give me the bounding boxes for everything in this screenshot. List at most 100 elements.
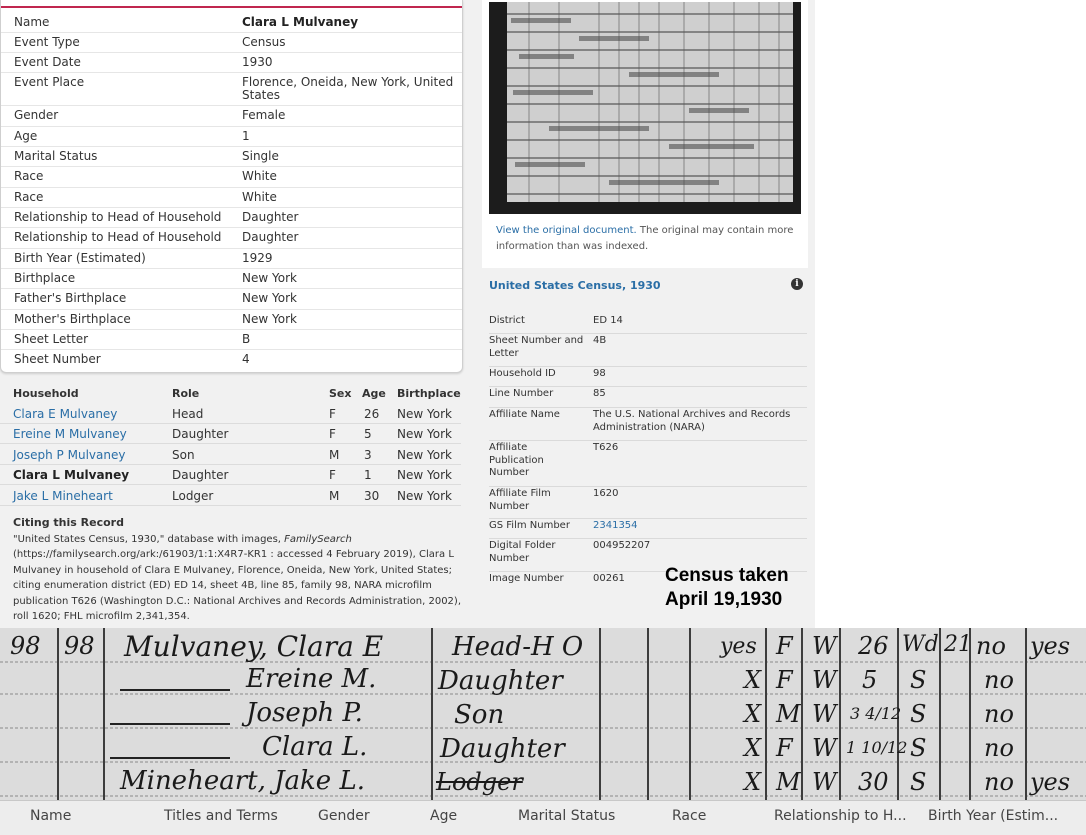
detail-value: Daughter — [242, 230, 299, 244]
household-birthplace: New York — [397, 407, 452, 421]
citing-text: "United States Census, 1930," database w… — [13, 532, 473, 624]
hw-cell: 3 4/12 — [850, 704, 902, 723]
hw-cell: yes — [1030, 768, 1071, 796]
detail-value: New York — [242, 271, 297, 285]
view-original-note: View the original document. The original… — [496, 223, 796, 254]
household-member-link[interactable]: Jake L Mineheart — [13, 489, 113, 503]
hw-cell: S — [910, 734, 927, 762]
detail-label: Race — [14, 169, 44, 183]
hw-child-name: Clara L. — [262, 732, 368, 762]
hw-lodger-name: Mineheart, Jake L. — [120, 766, 365, 796]
column-header-name[interactable]: Name — [30, 808, 71, 824]
detail-row: Relationship to Head of Household Daughte… — [1, 207, 462, 228]
census-page-thumbnail[interactable] — [489, 2, 801, 214]
collection-info-row: Affiliate Name The U.S. National Archives… — [489, 407, 807, 441]
citing-text-part: "United States Census, 1930," database w… — [13, 534, 285, 545]
column-header-relationship[interactable]: Relationship to H... — [774, 808, 907, 824]
detail-row: Name Clara L Mulvaney — [1, 12, 462, 33]
collection-info-link[interactable]: 2341354 — [593, 520, 805, 533]
household-member-link[interactable]: Clara E Mulvaney — [13, 407, 117, 421]
census-note-line: April 19,1930 — [665, 589, 783, 610]
column-header-titles[interactable]: Titles and Terms — [164, 808, 278, 824]
detail-label: Relationship to Head of Household — [14, 210, 222, 224]
citing-text-source: FamilySearch — [284, 534, 352, 545]
hw-line-number: 98 — [10, 632, 41, 660]
household-birthplace: New York — [397, 488, 452, 503]
detail-row: Race White — [1, 166, 462, 188]
household-sex: F — [329, 427, 336, 442]
detail-value: White — [242, 190, 277, 204]
household-row: Ereine M Mulvaney Daughter F 5 New York — [0, 423, 461, 445]
detail-label: Birthplace — [14, 271, 76, 285]
hw-cell: M — [776, 768, 801, 796]
collection-title-link[interactable]: United States Census, 1930 — [489, 279, 661, 292]
hw-cell: W — [812, 734, 837, 762]
detail-label: Name — [14, 15, 50, 29]
detail-value: Female — [242, 108, 286, 122]
collection-info-row: Household ID 98 — [489, 366, 807, 387]
collection-info-label: Affiliate Film Number — [489, 488, 551, 512]
household-sex: M — [329, 447, 340, 462]
household-member-link[interactable]: Ereine M Mulvaney — [13, 427, 127, 441]
column-header-gender[interactable]: Gender — [318, 808, 370, 824]
hw-head-relation: Head-H O — [452, 632, 584, 662]
collection-info-value: ED 14 — [593, 315, 623, 326]
household-sex: F — [329, 407, 336, 421]
collection-info-value: 4B — [593, 335, 607, 346]
household-sex: M — [329, 488, 340, 503]
column-header-birth-year[interactable]: Birth Year (Estim... — [928, 808, 1058, 824]
hw-cell: W — [812, 768, 837, 796]
detail-value: New York — [242, 291, 297, 305]
household-age: 5 — [364, 427, 372, 442]
hw-cell: X — [744, 768, 762, 796]
hw-child-name: Ereine M. — [246, 664, 377, 694]
hw-child-relation: Daughter — [438, 666, 563, 696]
detail-value: Census — [242, 35, 286, 49]
record-info-panel: View the original document. The original… — [482, 0, 815, 628]
hw-cell: 26 — [858, 632, 889, 660]
household-header-name: Household — [13, 387, 79, 400]
hw-cell: X — [744, 734, 762, 762]
hw-cell: yes — [720, 634, 757, 659]
household-age: 1 — [364, 468, 372, 483]
collection-info-label: Affiliate Publication Number — [489, 442, 544, 478]
detail-row: Mother's Birthplace New York — [1, 309, 462, 330]
household-header: Household Role Sex Age Birthplace — [0, 383, 461, 403]
hw-cell: W — [812, 632, 837, 660]
view-original-link[interactable]: View the original document. — [496, 225, 637, 236]
detail-value: White — [242, 169, 277, 183]
census-date-annotation: Census taken April 19,1930 — [665, 564, 789, 612]
detail-row: Marital Status Single — [1, 146, 462, 167]
household-birthplace: New York — [397, 447, 452, 462]
hw-cell: 30 — [858, 768, 889, 796]
index-column-header-bar: Name Titles and Terms Gender Age Marital… — [0, 800, 1086, 835]
household-age: 26 — [364, 407, 380, 421]
info-icon[interactable]: i — [791, 278, 803, 290]
collection-info-value: The U.S. National Archives and Records A… — [593, 409, 791, 433]
column-header-age[interactable]: Age — [430, 808, 457, 824]
hw-cell: no — [984, 734, 1014, 762]
detail-label: Sheet Letter — [14, 332, 89, 346]
hw-cell: 1 10/12 — [846, 738, 908, 757]
citing-section: Citing this Record "United States Census… — [13, 516, 473, 624]
detail-label: Race — [14, 190, 44, 204]
detail-label: Event Date — [14, 55, 81, 69]
detail-row: Sheet Number 4 — [1, 349, 462, 371]
household-member-link[interactable]: Joseph P Mulvaney — [13, 448, 125, 462]
detail-label: Father's Birthplace — [14, 291, 127, 305]
household-age: 3 — [364, 447, 372, 462]
collection-info-label: Sheet Number and Letter — [489, 335, 584, 359]
census-handwriting-image: 98 98 Mulvaney, Clara E Head-H O yes F W… — [0, 628, 1086, 800]
hw-cell: S — [910, 666, 927, 694]
hw-cell: no — [984, 768, 1014, 796]
detail-label: Mother's Birthplace — [14, 312, 131, 326]
census-note-line: Census taken — [665, 565, 789, 586]
column-header-marital-status[interactable]: Marital Status — [518, 808, 615, 824]
hw-cell: F — [776, 666, 793, 694]
hw-cell: no — [976, 632, 1006, 660]
column-header-race[interactable]: Race — [672, 808, 706, 824]
detail-row: Event Place Florence, Oneida, New York, U… — [1, 72, 462, 106]
household-role: Son — [172, 447, 195, 462]
detail-value: New York — [242, 312, 297, 326]
hw-cell: no — [984, 700, 1014, 728]
